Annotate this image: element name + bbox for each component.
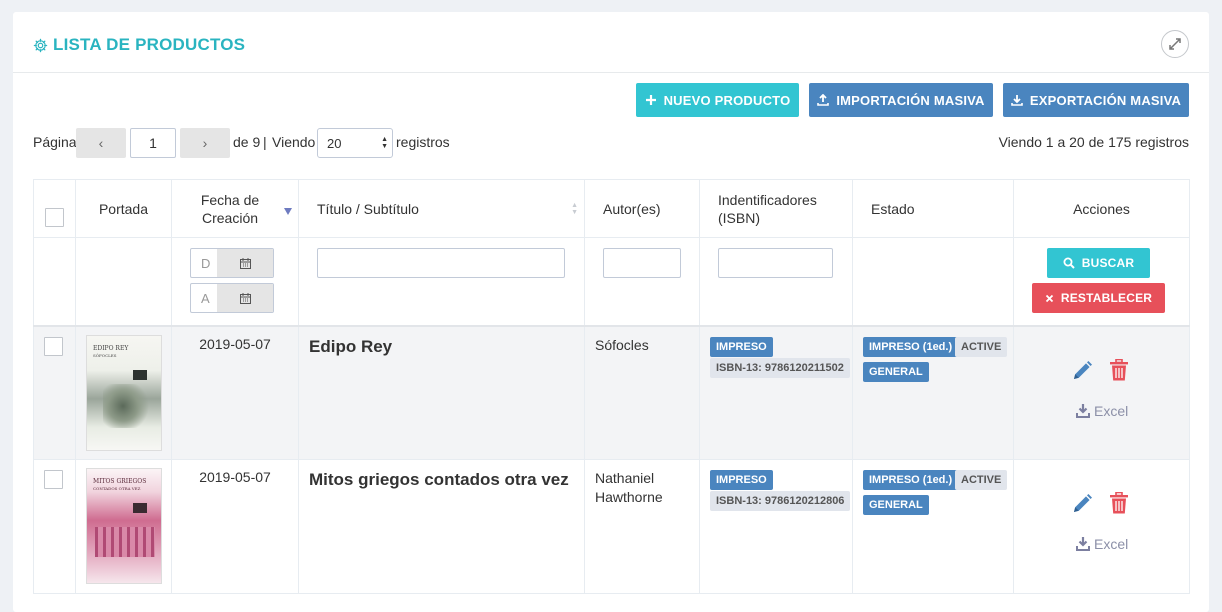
select-all-header xyxy=(33,179,76,238)
delete-trash-icon[interactable] xyxy=(1109,492,1129,514)
row-title[interactable]: Edipo Rey xyxy=(298,324,585,460)
page-number-input[interactable]: 1 xyxy=(130,128,176,158)
date-from-picker-button[interactable] xyxy=(217,249,273,277)
close-icon xyxy=(1045,294,1053,302)
sort-desc-icon xyxy=(284,208,292,215)
isbn-filter-input[interactable] xyxy=(718,248,833,278)
category-badge: GENERAL xyxy=(863,361,929,382)
edit-pencil-icon[interactable] xyxy=(1071,360,1093,382)
viewing-label: Viendo xyxy=(272,134,316,150)
row-date: 2019-05-07 xyxy=(171,324,299,460)
per-page-select[interactable]: 20 ▲ ▼ xyxy=(317,128,393,158)
page-count: de 9 xyxy=(233,134,261,150)
chevron-left-icon: ‹ xyxy=(98,135,104,151)
product-list-panel: LISTA DE PRODUCTOS NUEVO PRODUCTO IMPORT… xyxy=(13,12,1209,612)
edition-badge: IMPRESO (1ed.) xyxy=(863,470,959,490)
expand-icon xyxy=(1169,38,1181,50)
row-checkbox[interactable] xyxy=(44,470,63,489)
row-author: Nathaniel Hawthorne xyxy=(584,459,700,594)
calendar-icon xyxy=(239,257,251,269)
new-product-button[interactable]: NUEVO PRODUCTO xyxy=(636,83,799,117)
category-badge: GENERAL xyxy=(863,495,929,515)
gear-icon xyxy=(33,38,48,52)
table-header-row: Portada Fecha de Creación Título / Subtí… xyxy=(33,179,1190,238)
panel-header: LISTA DE PRODUCTOS xyxy=(13,12,1209,73)
cover-image[interactable]: EDIPO REY SÓFOCLES xyxy=(86,334,162,451)
delete-trash-icon[interactable] xyxy=(1109,358,1129,381)
calendar-icon xyxy=(239,292,251,304)
date-to-input[interactable]: A xyxy=(190,283,274,313)
expand-button[interactable] xyxy=(1161,30,1189,58)
download-tray-icon xyxy=(1076,537,1090,551)
edition-badge: IMPRESO (1ed.) xyxy=(863,336,959,357)
download-icon xyxy=(1011,95,1023,106)
author-filter-input[interactable] xyxy=(603,248,681,278)
cover-image[interactable]: MITOS GRIEGOS CONTADOS OTRA VEZ xyxy=(86,468,162,584)
sort-icon: ▲ ▼ xyxy=(571,202,578,216)
page-title: LISTA DE PRODUCTOS xyxy=(33,35,245,55)
filter-row: D A BUSCAR RESTABLECER xyxy=(33,237,1190,326)
plus-icon xyxy=(645,95,656,105)
pager-separator: | xyxy=(263,134,267,150)
isbn-badge: ISBN-13: 9786120212806 xyxy=(710,491,851,511)
bulk-import-button[interactable]: IMPORTACIÓN MASIVA xyxy=(809,83,993,117)
isbn-badge: ISBN-13: 9786120211502 xyxy=(710,357,850,378)
date-to-picker-button[interactable] xyxy=(217,284,273,312)
state-badge: ACTIVE xyxy=(955,336,1008,357)
search-button[interactable]: BUSCAR xyxy=(1047,248,1150,278)
table-row: MITOS GRIEGOS CONTADOS OTRA VEZ 2019-05-0… xyxy=(33,459,1190,594)
page-title-text: LISTA DE PRODUCTOS xyxy=(53,35,246,54)
state-badge: ACTIVE xyxy=(955,470,1008,490)
excel-export-link[interactable]: Excel xyxy=(1075,403,1128,419)
col-date[interactable]: Fecha de Creación xyxy=(171,179,299,238)
col-ids: Indentificadores (ISBN) xyxy=(699,179,853,238)
col-status: Estado xyxy=(852,179,1014,238)
page-label: Página xyxy=(33,134,77,150)
format-badge: IMPRESO xyxy=(710,336,773,357)
row-author: Sófocles xyxy=(584,324,700,460)
products-table: Portada Fecha de Creación Título / Subtí… xyxy=(33,179,1190,594)
date-from-input[interactable]: D xyxy=(190,248,274,278)
col-actions: Acciones xyxy=(1013,179,1190,238)
title-filter-input[interactable] xyxy=(317,248,565,278)
row-checkbox[interactable] xyxy=(44,336,63,356)
next-page-button[interactable]: › xyxy=(180,128,230,158)
download-tray-icon xyxy=(1076,403,1090,418)
row-date: 2019-05-07 xyxy=(171,459,299,594)
records-label: registros xyxy=(396,134,450,150)
excel-export-link[interactable]: Excel xyxy=(1075,536,1128,552)
chevron-right-icon: › xyxy=(202,135,208,151)
table-row: EDIPO REY SÓFOCLES 2019-05-07 Edipo Rey S… xyxy=(33,324,1190,460)
reset-button[interactable]: RESTABLECER xyxy=(1032,283,1165,313)
col-title[interactable]: Título / Subtítulo ▲ ▼ xyxy=(298,179,585,238)
search-icon xyxy=(1063,257,1075,269)
bulk-export-button[interactable]: EXPORTACIÓN MASIVA xyxy=(1003,83,1189,117)
format-badge: IMPRESO xyxy=(710,470,773,490)
col-author: Autor(es) xyxy=(584,179,700,238)
row-title[interactable]: Mitos griegos contados otra vez xyxy=(298,459,585,594)
records-summary: Viendo 1 a 20 de 175 registros xyxy=(998,134,1189,150)
select-arrows-icon: ▲ ▼ xyxy=(381,136,388,150)
select-all-checkbox[interactable] xyxy=(45,208,64,227)
upload-icon xyxy=(817,94,830,106)
prev-page-button[interactable]: ‹ xyxy=(76,128,126,158)
col-cover: Portada xyxy=(75,179,172,238)
edit-pencil-icon[interactable] xyxy=(1071,493,1093,515)
